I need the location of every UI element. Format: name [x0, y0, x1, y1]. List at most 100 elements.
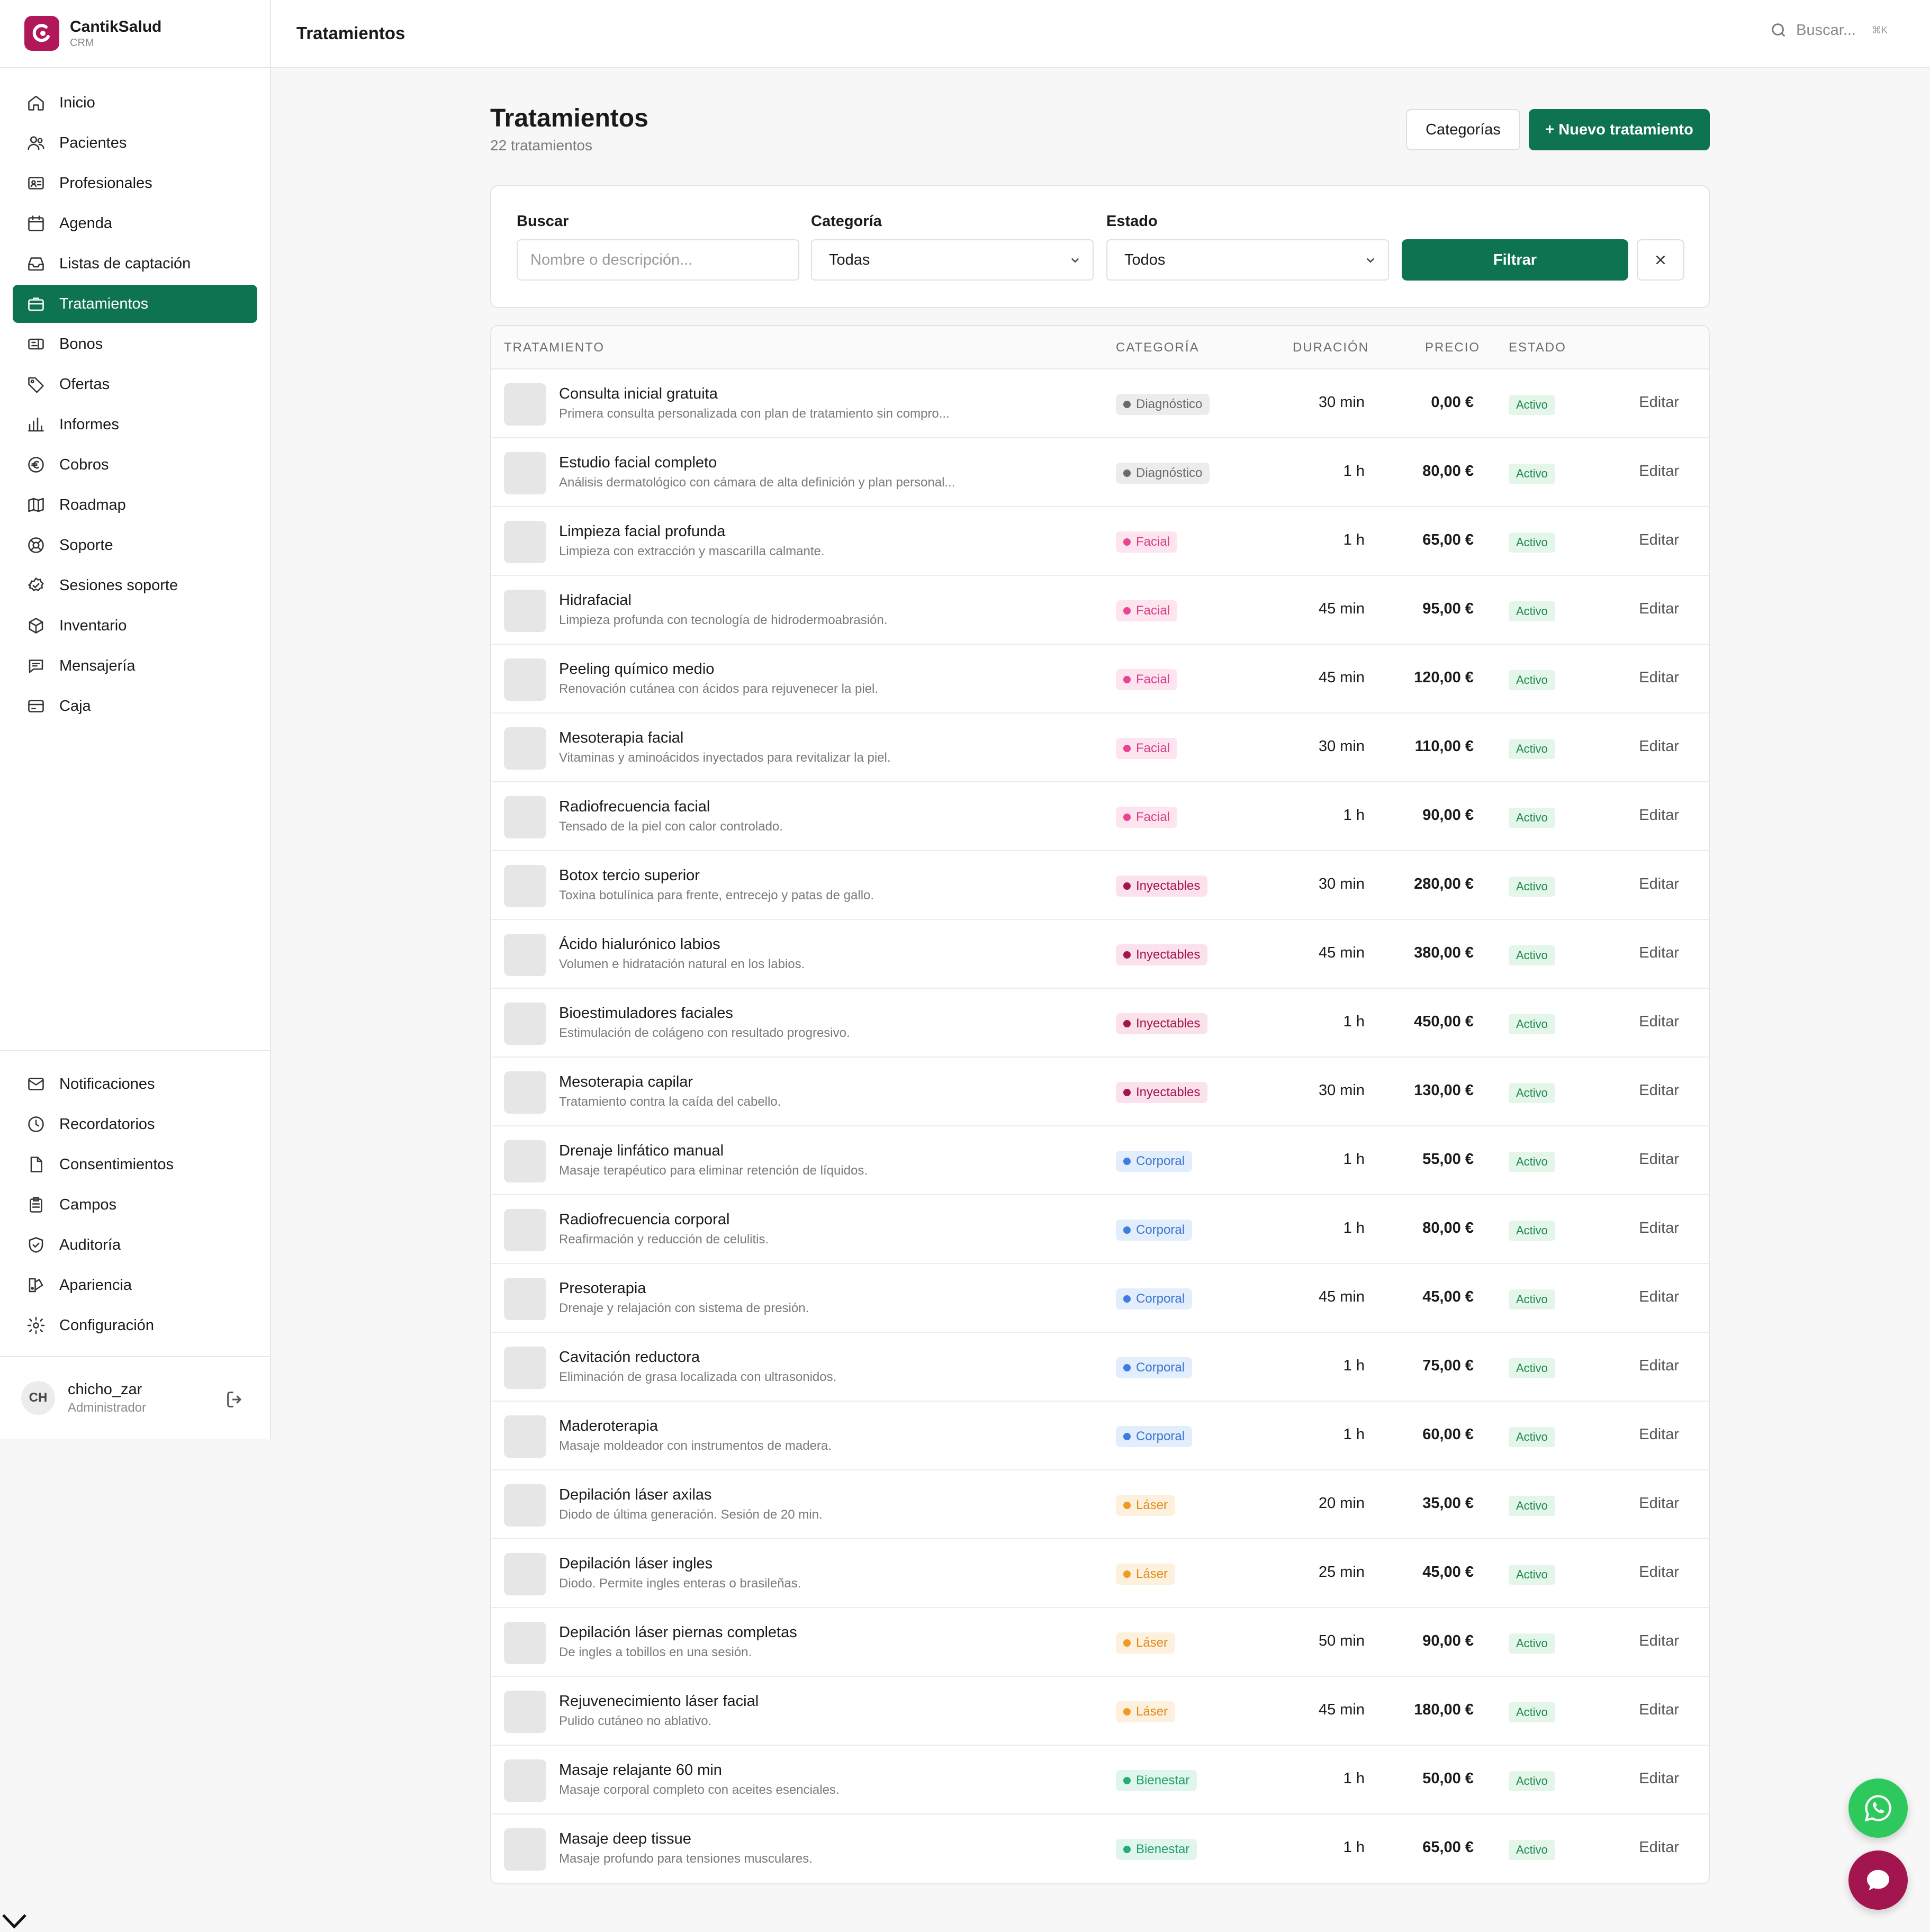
edit-link[interactable]: Editar	[1639, 394, 1679, 411]
table-row[interactable]: Radiofrecuencia corporal Reafirmación y r…	[491, 1195, 1709, 1264]
category-badge: Inyectables	[1116, 1082, 1208, 1103]
header-category[interactable]: CATEGORÍA	[1116, 340, 1200, 355]
sidebar-item-notificaciones[interactable]: Notificaciones	[13, 1065, 257, 1103]
logout-icon[interactable]	[224, 1389, 246, 1410]
sidebar-item-inventario[interactable]: Inventario	[13, 607, 257, 645]
edit-link[interactable]: Editar	[1639, 1839, 1679, 1856]
edit-link[interactable]: Editar	[1639, 944, 1679, 962]
category-badge-label: Inyectables	[1136, 1085, 1201, 1099]
table-row[interactable]: Limpieza facial profunda Limpieza con ext…	[491, 507, 1709, 576]
edit-link[interactable]: Editar	[1639, 463, 1679, 480]
edit-link[interactable]: Editar	[1639, 600, 1679, 618]
table-row[interactable]: Bioestimuladores faciales Estimulación de…	[491, 989, 1709, 1058]
page-header: Tratamientos 22 tratamientos Categorías …	[490, 104, 1710, 159]
table-row[interactable]: Drenaje linfático manual Masaje terapéuti…	[491, 1126, 1709, 1195]
edit-link[interactable]: Editar	[1639, 1701, 1679, 1719]
sidebar-item-bonos[interactable]: Bonos	[13, 325, 257, 363]
sidebar-item-campos[interactable]: Campos	[13, 1186, 257, 1224]
sidebar-item-configuración[interactable]: Configuración	[13, 1306, 257, 1344]
edit-link[interactable]: Editar	[1639, 875, 1679, 893]
search-input[interactable]: Nombre o descripción...	[517, 239, 799, 281]
sidebar-item-pacientes[interactable]: Pacientes	[13, 124, 257, 162]
sidebar-item-listas-de-captación[interactable]: Listas de captación	[13, 245, 257, 283]
table-row[interactable]: Presoterapia Drenaje y relajación con sis…	[491, 1264, 1709, 1333]
category-badge: Diagnóstico	[1116, 394, 1210, 415]
table-row[interactable]: Depilación láser axilas Diodo de última g…	[491, 1470, 1709, 1539]
table-header: TRATAMIENTO CATEGORÍA DURACIÓN PRECIO ES…	[491, 326, 1709, 369]
table-row[interactable]: Estudio facial completo Análisis dermatol…	[491, 438, 1709, 507]
sidebar-item-soporte[interactable]: Soporte	[13, 526, 257, 564]
header-treatment[interactable]: TRATAMIENTO	[504, 340, 605, 355]
table-row[interactable]: Mesoterapia facial Vitaminas y aminoácido…	[491, 714, 1709, 782]
avatar[interactable]: CH	[21, 1381, 55, 1415]
table-row[interactable]: Ácido hialurónico labios Volumen e hidrat…	[491, 920, 1709, 989]
table-row[interactable]: Consulta inicial gratuita Primera consult…	[491, 369, 1709, 438]
table-row[interactable]: Depilación láser ingles Diodo. Permite in…	[491, 1539, 1709, 1608]
sidebar-item-inicio[interactable]: Inicio	[13, 84, 257, 122]
table-row[interactable]: Hidrafacial Limpieza profunda con tecnolo…	[491, 576, 1709, 645]
treatment-description: Tratamiento contra la caída del cabello.	[559, 1095, 781, 1109]
categories-button[interactable]: Categorías	[1406, 109, 1520, 150]
edit-link[interactable]: Editar	[1639, 1770, 1679, 1787]
edit-link[interactable]: Editar	[1639, 1082, 1679, 1099]
search-icon	[1772, 23, 1785, 37]
table-row[interactable]: Radiofrecuencia facial Tensado de la piel…	[491, 782, 1709, 851]
sidebar-item-profesionales[interactable]: Profesionales	[13, 164, 257, 202]
table-row[interactable]: Peeling químico medio Renovación cutánea …	[491, 645, 1709, 714]
status-badge: Activo	[1509, 464, 1555, 484]
state-select[interactable]: Todos	[1106, 239, 1389, 281]
edit-link[interactable]: Editar	[1639, 531, 1679, 549]
edit-link[interactable]: Editar	[1639, 1564, 1679, 1581]
clear-filters-button[interactable]	[1637, 239, 1684, 281]
sidebar-item-roadmap[interactable]: Roadmap	[13, 486, 257, 524]
brand[interactable]: CantikSalud CRM	[0, 0, 270, 68]
home-icon	[25, 92, 47, 113]
filter-button[interactable]: Filtrar	[1402, 239, 1628, 281]
edit-link[interactable]: Editar	[1639, 1632, 1679, 1650]
category-dot-icon	[1123, 1433, 1131, 1440]
table-row[interactable]: Maderoterapia Masaje moldeador con instru…	[491, 1402, 1709, 1470]
global-search[interactable]: Buscar... ⌘K	[1770, 21, 1888, 39]
sidebar-item-recordatorios[interactable]: Recordatorios	[13, 1105, 257, 1143]
sidebar-item-informes[interactable]: Informes	[13, 405, 257, 444]
table-row[interactable]: Botox tercio superior Toxina botulínica p…	[491, 851, 1709, 920]
sidebar-item-auditoría[interactable]: Auditoría	[13, 1226, 257, 1264]
edit-link[interactable]: Editar	[1639, 807, 1679, 824]
chat-button[interactable]	[1848, 1850, 1908, 1910]
sidebar-item-caja[interactable]: Caja	[13, 687, 257, 725]
sidebar-item-tratamientos[interactable]: Tratamientos	[13, 285, 257, 323]
calendar-icon	[25, 213, 47, 234]
edit-link[interactable]: Editar	[1639, 738, 1679, 755]
table-row[interactable]: Masaje deep tissue Masaje profundo para t…	[491, 1814, 1709, 1883]
sidebar-item-apariencia[interactable]: Apariencia	[13, 1266, 257, 1304]
edit-link[interactable]: Editar	[1639, 1426, 1679, 1443]
table-row[interactable]: Depilación láser piernas completas De ing…	[491, 1608, 1709, 1677]
sidebar-item-consentimientos[interactable]: Consentimientos	[13, 1145, 257, 1184]
header-price[interactable]: PRECIO	[1425, 340, 1480, 355]
treatment-name: Limpieza facial profunda	[559, 523, 726, 540]
table-row[interactable]: Rejuvenecimiento láser facial Pulido cutá…	[491, 1677, 1709, 1746]
sidebar-item-ofertas[interactable]: Ofertas	[13, 365, 257, 403]
edit-link[interactable]: Editar	[1639, 1288, 1679, 1306]
sidebar-item-agenda[interactable]: Agenda	[13, 204, 257, 242]
category-badge-label: Bienestar	[1136, 1842, 1190, 1856]
sidebar-item-cobros[interactable]: Cobros	[13, 446, 257, 484]
table-row[interactable]: Cavitación reductora Eliminación de grasa…	[491, 1333, 1709, 1402]
sidebar-item-mensajería[interactable]: Mensajería	[13, 647, 257, 685]
edit-link[interactable]: Editar	[1639, 1151, 1679, 1168]
edit-link[interactable]: Editar	[1639, 1495, 1679, 1512]
chevron-down-icon[interactable]	[1, 1912, 28, 1930]
sidebar-item-sesiones-soporte[interactable]: Sesiones soporte	[13, 566, 257, 604]
table-row[interactable]: Mesoterapia capilar Tratamiento contra la…	[491, 1058, 1709, 1126]
category-select[interactable]: Todas	[811, 239, 1094, 281]
edit-link[interactable]: Editar	[1639, 1013, 1679, 1031]
edit-link[interactable]: Editar	[1639, 1220, 1679, 1237]
treatment-price: 0,00 €	[1431, 394, 1474, 411]
edit-link[interactable]: Editar	[1639, 1357, 1679, 1375]
whatsapp-button[interactable]	[1848, 1778, 1908, 1838]
new-treatment-button[interactable]: + Nuevo tratamiento	[1529, 109, 1710, 150]
header-state[interactable]: ESTADO	[1509, 340, 1566, 355]
header-duration[interactable]: DURACIÓN	[1293, 340, 1369, 355]
edit-link[interactable]: Editar	[1639, 669, 1679, 687]
table-row[interactable]: Masaje relajante 60 min Masaje corporal c…	[491, 1746, 1709, 1814]
